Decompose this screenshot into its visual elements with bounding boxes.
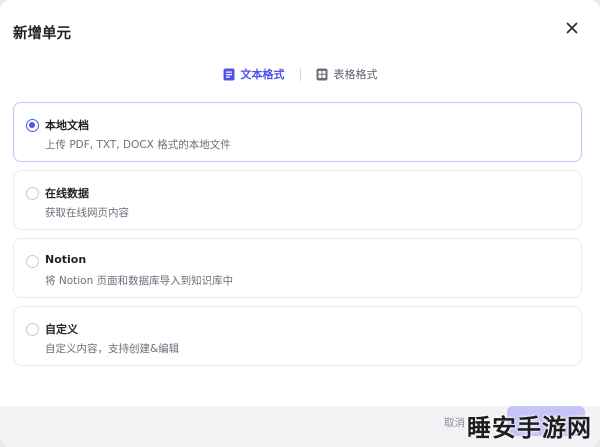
- option-title: Notion: [45, 253, 87, 266]
- source-options: 本地文档 上传 PDF, TXT, DOCX 格式的本地文件 在线数据 获取在线…: [13, 102, 582, 374]
- option-title: 自定义: [45, 323, 78, 336]
- option-description: 获取在线网页内容: [45, 207, 129, 219]
- option-description: 上传 PDF, TXT, DOCX 格式的本地文件: [45, 139, 231, 151]
- radio-button[interactable]: [26, 119, 39, 132]
- dialog-title: 新增单元: [13, 26, 71, 42]
- option-notion[interactable]: Notion 将 Notion 页面和数据库导入到知识库中: [13, 238, 582, 298]
- new-unit-dialog: 新增单元 文本格式 表格格式 本地文档 上传 PDF, TXT, DOCX 格式…: [0, 0, 600, 447]
- close-icon: [566, 22, 578, 34]
- option-description: 将 Notion 页面和数据库导入到知识库中: [45, 275, 234, 287]
- watermark: 睡安手游网: [467, 413, 592, 442]
- option-local-document[interactable]: 本地文档 上传 PDF, TXT, DOCX 格式的本地文件: [13, 102, 582, 162]
- tab-table-format[interactable]: 表格格式: [314, 66, 380, 82]
- table-icon: [316, 68, 327, 80]
- option-title: 在线数据: [45, 187, 89, 200]
- tab-text-format[interactable]: 文本格式: [221, 66, 287, 82]
- option-online-data[interactable]: 在线数据 获取在线网页内容: [13, 170, 582, 230]
- radio-button[interactable]: [26, 255, 39, 268]
- tab-divider: [299, 67, 301, 81]
- close-button[interactable]: [562, 18, 582, 38]
- radio-button[interactable]: [26, 323, 39, 336]
- format-tabs: 文本格式 表格格式: [0, 66, 600, 82]
- radio-button[interactable]: [26, 187, 39, 200]
- option-title: 本地文档: [45, 119, 89, 132]
- cancel-button[interactable]: 取消: [444, 415, 465, 430]
- tab-label: 表格格式: [333, 68, 378, 81]
- tab-label: 文本格式: [240, 68, 285, 81]
- option-description: 自定义内容，支持创建&编辑: [45, 343, 180, 355]
- document-icon: [223, 68, 234, 80]
- option-custom[interactable]: 自定义 自定义内容，支持创建&编辑: [13, 306, 582, 366]
